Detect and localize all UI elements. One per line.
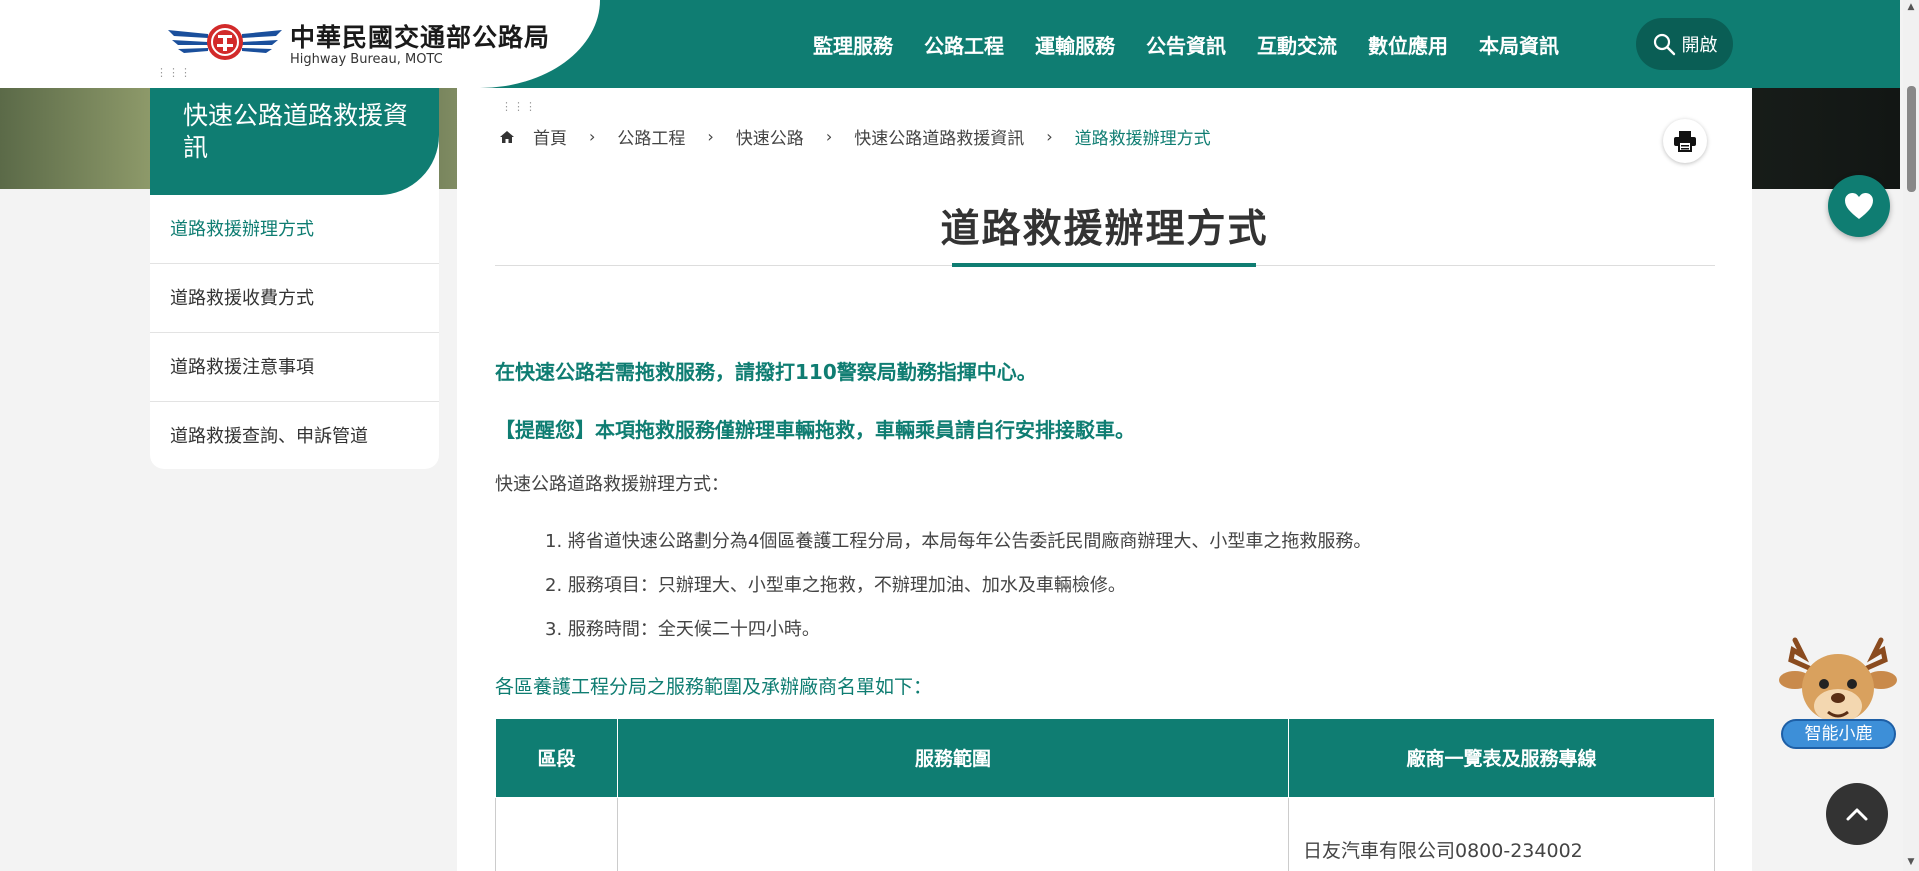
sidebar-item-rescue-fees[interactable]: 道路救援收費方式: [150, 264, 439, 333]
sidebar-item-rescue-notes[interactable]: 道路救援注意事項: [150, 333, 439, 402]
table-cell: [495, 797, 618, 871]
breadcrumb-expressway[interactable]: 快速公路: [736, 124, 804, 149]
nav-item-interaction[interactable]: 互動交流: [1257, 30, 1337, 59]
bureau-emblem-icon: [168, 24, 282, 60]
search-button-label: 開啟: [1681, 35, 1718, 56]
logo-chinese-name: 中華民國交通部公路局: [290, 23, 551, 52]
chevron-up-icon: [1846, 808, 1868, 821]
list-item: 2. 服務項目：只辦理大、小型車之拖救，不辦理加油、加水及車輛檢修。: [545, 575, 1126, 596]
breadcrumb-current: 道路救援辦理方式: [1074, 129, 1211, 149]
table-header-vendors: 廠商一覽表及服務專線: [1288, 719, 1715, 798]
nav-item-digital[interactable]: 數位應用: [1368, 30, 1448, 59]
site-logo[interactable]: 中華民國交通部公路局 Highway Bureau, MOTC: [0, 0, 600, 88]
nav-item-transport[interactable]: 運輸服務: [1035, 30, 1115, 59]
back-to-top-button[interactable]: [1826, 783, 1888, 845]
scrollbar-thumb[interactable]: [1907, 86, 1916, 192]
table-row: 日友汽車有限公司0800-234002: [495, 797, 1715, 871]
table-cell: [617, 797, 1289, 871]
scroll-down-arrow-icon[interactable]: ▼: [1905, 857, 1917, 869]
service-table: 區段 服務範圍 廠商一覽表及服務專線 日友汽車有限公司0800-234002: [495, 719, 1715, 871]
sidebar-item-rescue-complaints[interactable]: 道路救援查詢、申訴管道: [150, 402, 439, 469]
scroll-up-arrow-icon[interactable]: ▲: [1905, 2, 1917, 14]
drag-handle-icon: ⋮⋮⋮: [501, 100, 537, 113]
main-content: ⋮⋮⋮ 首頁 › 公路工程 › 快速公路 › 快速公路道路救援資訊 › 道路救援…: [457, 88, 1752, 871]
intro-text: 快速公路道路救援辦理方式：: [495, 474, 729, 495]
search-icon: [1653, 33, 1675, 56]
list-item: 3. 服務時間：全天候二十四小時。: [545, 619, 820, 640]
table-cell: 日友汽車有限公司0800-234002: [1288, 797, 1715, 871]
logo-english-name: Highway Bureau, MOTC: [290, 52, 443, 67]
drag-handle-icon: ⋮⋮⋮: [156, 66, 192, 79]
sidebar-item-rescue-method[interactable]: 道路救援辦理方式: [150, 195, 439, 264]
chevron-right-icon: ›: [1046, 127, 1053, 146]
title-underline: [952, 263, 1256, 267]
site-header: 中華民國交通部公路局 Highway Bureau, MOTC ⋮⋮⋮ 監理服務…: [0, 0, 1900, 88]
method-list: 1. 將省道快速公路劃分為4個區養護工程分局，本局每年公告委託民間廠商辦理大、小…: [545, 520, 1371, 652]
favorite-button[interactable]: [1828, 175, 1890, 237]
heart-icon: [1845, 193, 1873, 219]
main-nav: 監理服務 公路工程 運輸服務 公告資訊 互動交流 數位應用 本局資訊: [813, 0, 1590, 88]
home-icon[interactable]: [499, 129, 515, 145]
print-button[interactable]: [1663, 119, 1707, 163]
table-header-section: 區段: [495, 719, 618, 798]
sidebar: 快速公路道路救援資訊 道路救援辦理方式 道路救援收費方式 道路救援注意事項 道路…: [150, 88, 439, 469]
breadcrumb-engineering[interactable]: 公路工程: [617, 124, 685, 149]
table-intro: 各區養護工程分局之服務範圍及承辦廠商名單如下：: [495, 676, 933, 698]
chevron-right-icon: ›: [825, 127, 833, 146]
breadcrumb-home[interactable]: 首頁: [533, 124, 567, 149]
nav-item-about[interactable]: 本局資訊: [1479, 30, 1559, 59]
lead-reminder: 【提醒您】本項拖救服務僅辦理車輛拖救，車輛乘員請自行安排接駁車。: [495, 418, 1135, 442]
chevron-right-icon: ›: [589, 127, 596, 146]
table-header-scope: 服務範圍: [617, 719, 1289, 798]
lead-call-110: 在快速公路若需拖救服務，請撥打110警察局勤務指揮中心。: [495, 360, 1037, 384]
printer-icon: [1674, 131, 1696, 152]
breadcrumb: 首頁 › 公路工程 › 快速公路 › 快速公路道路救援資訊 › 道路救援辦理方式: [499, 124, 1211, 149]
sidebar-title: 快速公路道路救援資訊: [150, 88, 439, 195]
breadcrumb-rescue-info[interactable]: 快速公路道路救援資訊: [854, 124, 1024, 149]
chevron-right-icon: ›: [707, 127, 714, 146]
page-title: 道路救援辦理方式: [940, 207, 1269, 252]
search-button[interactable]: 開啟: [1636, 18, 1733, 70]
nav-item-engineering[interactable]: 公路工程: [924, 30, 1004, 59]
nav-item-inspection[interactable]: 監理服務: [813, 30, 893, 59]
assistant-label[interactable]: 智能小鹿: [1781, 719, 1896, 749]
nav-item-announcements[interactable]: 公告資訊: [1146, 30, 1226, 59]
list-item: 1. 將省道快速公路劃分為4個區養護工程分局，本局每年公告委託民間廠商辦理大、小…: [545, 531, 1372, 552]
